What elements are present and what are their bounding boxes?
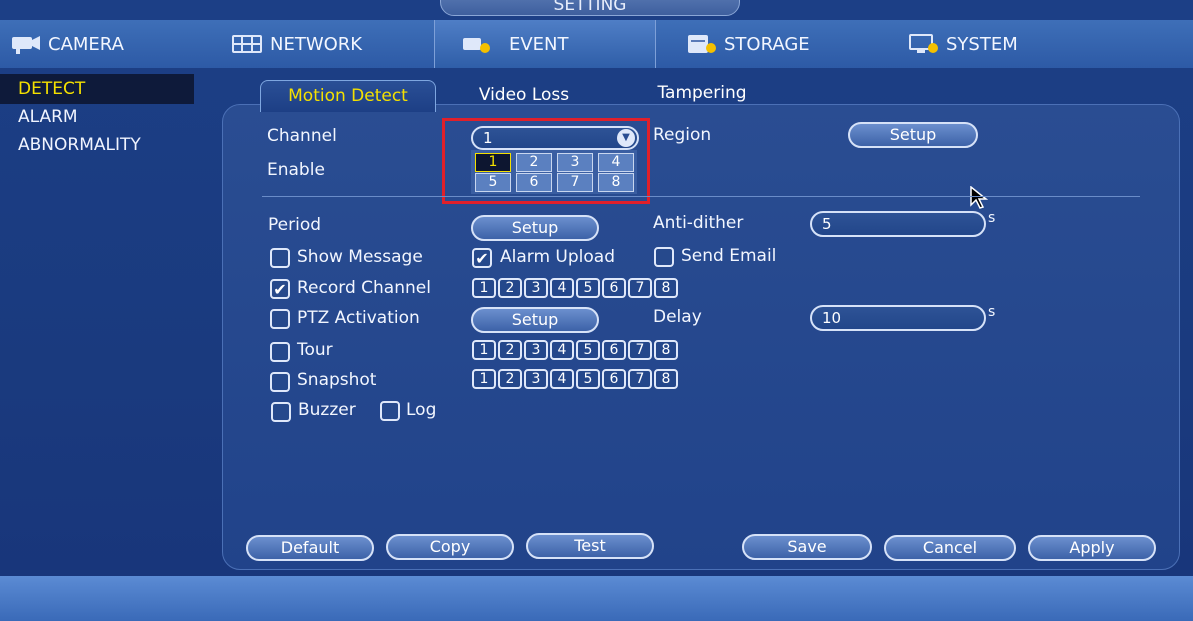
cancel-button[interactable]: Cancel: [884, 535, 1016, 561]
snapshot-channel-6[interactable]: 6: [602, 369, 626, 389]
tab-system[interactable]: SYSTEM: [896, 20, 1116, 68]
tab-storage-label: STORAGE: [724, 33, 810, 55]
bottom-band: [0, 576, 1193, 621]
snapshot-channel-selector: 1 2 3 4 5 6 7 8: [472, 369, 678, 389]
tab-network[interactable]: NETWORK: [222, 20, 432, 68]
tour-channel-selector: 1 2 3 4 5 6 7 8: [472, 340, 678, 360]
region-label: Region: [653, 125, 712, 145]
checkmark-icon: ✔: [273, 279, 287, 299]
top-tab-bar: CAMERA NETWORK EVENT STORAGE SYSTEM: [0, 20, 1193, 68]
period-setup-button[interactable]: Setup: [471, 215, 599, 241]
record-channel-6[interactable]: 6: [602, 278, 626, 298]
snapshot-label: Snapshot: [297, 370, 377, 390]
show-message-checkbox[interactable]: [270, 248, 290, 268]
channel-label: Channel: [267, 126, 337, 146]
sidebar-item-abnormality[interactable]: ABNORMALITY: [0, 130, 194, 160]
tab-video-loss[interactable]: Video Loss: [456, 80, 592, 112]
ptz-activation-checkbox[interactable]: [270, 309, 290, 329]
tab-event[interactable]: EVENT: [434, 20, 656, 68]
tour-channel-5[interactable]: 5: [576, 340, 600, 360]
tab-motion-detect[interactable]: Motion Detect: [260, 80, 436, 112]
tab-tampering[interactable]: Tampering: [632, 78, 772, 110]
snapshot-channel-8[interactable]: 8: [654, 369, 678, 389]
record-channel-4[interactable]: 4: [550, 278, 574, 298]
save-button[interactable]: Save: [742, 534, 872, 560]
send-email-label: Send Email: [681, 246, 777, 266]
region-setup-button[interactable]: Setup: [848, 122, 978, 148]
system-icon: [906, 32, 940, 56]
tab-camera[interactable]: CAMERA: [0, 20, 208, 68]
tour-label: Tour: [297, 340, 333, 360]
buzzer-label: Buzzer: [298, 400, 356, 420]
send-email-checkbox[interactable]: [654, 247, 674, 267]
period-label: Period: [268, 215, 322, 235]
delay-label: Delay: [653, 307, 702, 327]
test-button[interactable]: Test: [526, 533, 654, 559]
ptz-activation-label: PTZ Activation: [297, 308, 420, 328]
checkmark-icon: ✔: [475, 248, 489, 268]
section-divider: [262, 196, 1140, 197]
show-message-label: Show Message: [297, 247, 423, 267]
record-channel-1[interactable]: 1: [472, 278, 496, 298]
copy-button[interactable]: Copy: [386, 534, 514, 560]
sidebar-item-alarm[interactable]: ALARM: [0, 102, 194, 132]
enable-label: Enable: [267, 160, 325, 180]
tour-channel-6[interactable]: 6: [602, 340, 626, 360]
tab-network-label: NETWORK: [270, 33, 363, 55]
event-icon: [459, 32, 493, 56]
storage-icon: [684, 32, 718, 56]
delay-input[interactable]: 10: [810, 305, 986, 331]
record-channel-3[interactable]: 3: [524, 278, 548, 298]
anti-dither-unit: s: [988, 210, 996, 226]
snapshot-channel-7[interactable]: 7: [628, 369, 652, 389]
cursor-icon: [970, 185, 989, 214]
sidebar: DETECT ALARM ABNORMALITY: [0, 70, 200, 600]
channel-highlight-box: [442, 118, 650, 204]
snapshot-checkbox[interactable]: [270, 372, 290, 392]
snapshot-channel-4[interactable]: 4: [550, 369, 574, 389]
alarm-upload-label: Alarm Upload: [500, 247, 615, 267]
apply-button[interactable]: Apply: [1028, 535, 1156, 561]
log-checkbox[interactable]: [380, 401, 400, 421]
window-title: SETTING: [440, 0, 740, 16]
tour-checkbox[interactable]: [270, 342, 290, 362]
tab-system-label: SYSTEM: [946, 33, 1018, 55]
settings-panel: [222, 104, 1180, 570]
snapshot-channel-2[interactable]: 2: [498, 369, 522, 389]
anti-dither-input[interactable]: 5: [810, 211, 986, 237]
camera-icon: [8, 32, 42, 56]
ptz-setup-button[interactable]: Setup: [471, 307, 599, 333]
tour-channel-4[interactable]: 4: [550, 340, 574, 360]
tab-camera-label: CAMERA: [48, 33, 124, 55]
tour-channel-7[interactable]: 7: [628, 340, 652, 360]
tour-channel-2[interactable]: 2: [498, 340, 522, 360]
default-button[interactable]: Default: [246, 535, 374, 561]
record-channel-8[interactable]: 8: [654, 278, 678, 298]
tour-channel-3[interactable]: 3: [524, 340, 548, 360]
snapshot-channel-1[interactable]: 1: [472, 369, 496, 389]
record-channel-5[interactable]: 5: [576, 278, 600, 298]
record-channel-label: Record Channel: [297, 278, 431, 298]
alarm-upload-checkbox[interactable]: ✔: [472, 248, 492, 268]
network-icon: [230, 32, 264, 56]
anti-dither-label: Anti-dither: [653, 213, 744, 233]
tour-channel-1[interactable]: 1: [472, 340, 496, 360]
record-channel-7[interactable]: 7: [628, 278, 652, 298]
snapshot-channel-5[interactable]: 5: [576, 369, 600, 389]
buzzer-checkbox[interactable]: [271, 402, 291, 422]
record-channel-2[interactable]: 2: [498, 278, 522, 298]
log-label: Log: [406, 400, 437, 420]
tab-event-label: EVENT: [509, 33, 569, 55]
record-channel-selector: 1 2 3 4 5 6 7 8: [472, 278, 678, 298]
tour-channel-8[interactable]: 8: [654, 340, 678, 360]
record-channel-checkbox[interactable]: ✔: [270, 279, 290, 299]
delay-unit: s: [988, 304, 996, 320]
sidebar-item-detect[interactable]: DETECT: [0, 74, 194, 104]
snapshot-channel-3[interactable]: 3: [524, 369, 548, 389]
tab-storage[interactable]: STORAGE: [672, 20, 882, 68]
